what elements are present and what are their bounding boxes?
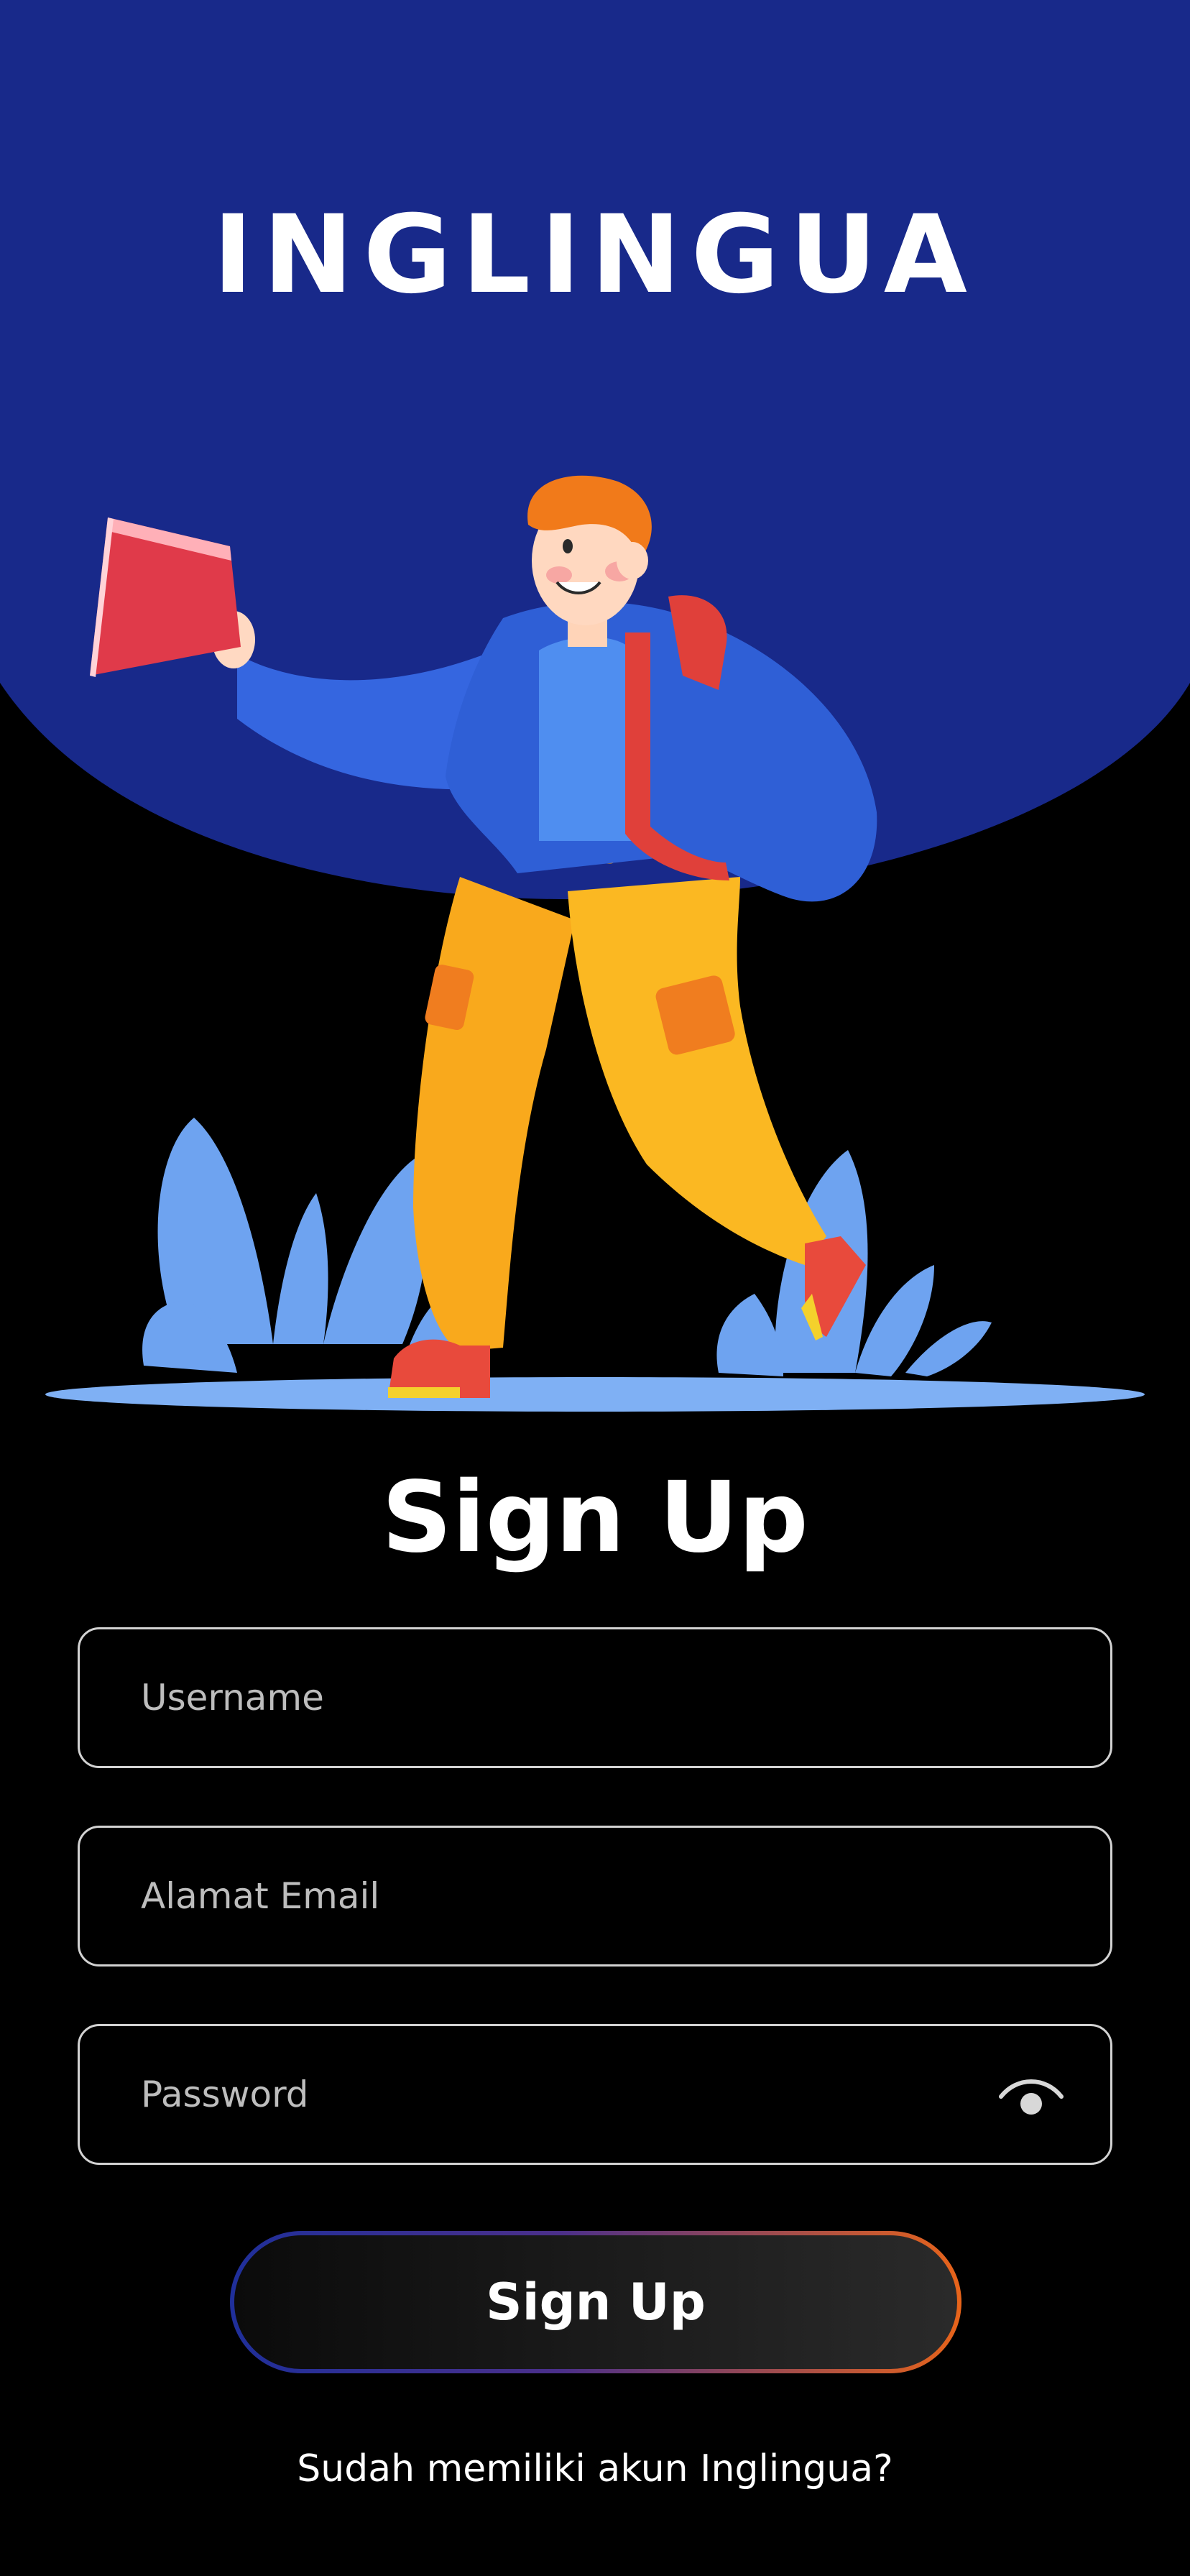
username-input[interactable] bbox=[141, 1629, 989, 1766]
app-title: INGLINGUA bbox=[213, 193, 977, 318]
eye-icon[interactable] bbox=[995, 2068, 1067, 2125]
page-title: Sign Up bbox=[382, 1461, 808, 1575]
student-illustration bbox=[45, 475, 1145, 1412]
username-field[interactable] bbox=[78, 1627, 1112, 1768]
password-input[interactable] bbox=[141, 2026, 989, 2163]
login-link[interactable]: Sudah memiliki akun Inglingua? bbox=[0, 2444, 1190, 2494]
password-field[interactable] bbox=[78, 2024, 1112, 2165]
email-field[interactable] bbox=[78, 1826, 1112, 1966]
signup-button[interactable]: Sign Up bbox=[230, 2231, 961, 2373]
email-input[interactable] bbox=[141, 1828, 989, 1964]
